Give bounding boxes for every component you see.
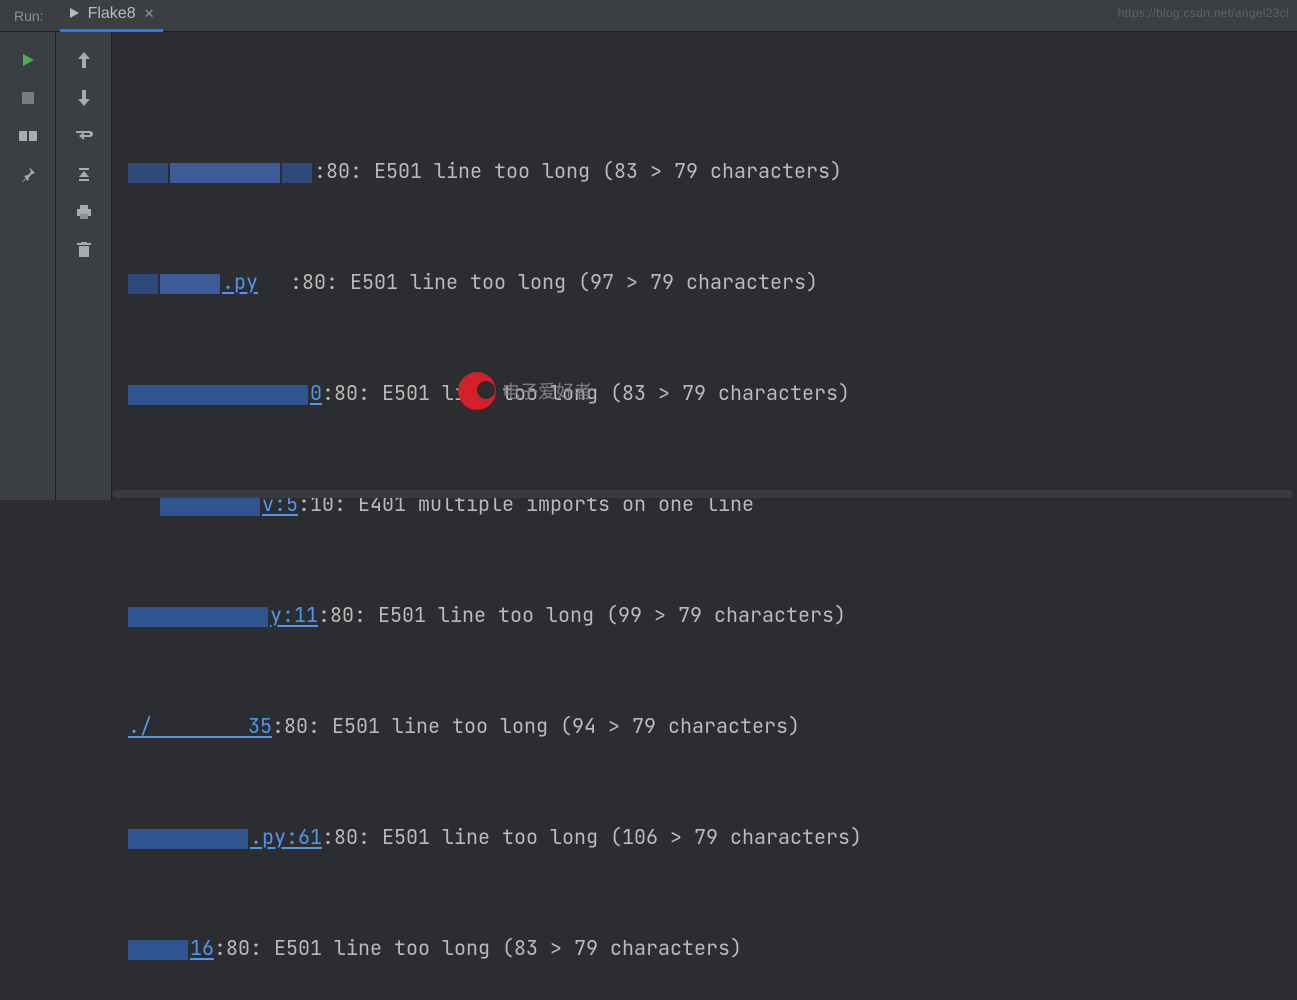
output-line: .py:61:80: E501 line too long (106 > 79 …: [128, 819, 1293, 856]
tab-label: Flake8: [88, 5, 136, 23]
print-icon[interactable]: [74, 202, 94, 222]
trash-icon[interactable]: [74, 240, 94, 260]
file-link[interactable]: 16: [128, 930, 214, 967]
tab-flake8[interactable]: Flake8 ✕: [60, 0, 163, 32]
stop-icon[interactable]: [18, 88, 38, 108]
run-toolbar-primary: [0, 32, 56, 500]
output-line: 0:80: E501 line too long (83 > 79 charac…: [128, 375, 1293, 412]
file-link[interactable]: y:11: [128, 597, 318, 634]
file-link[interactable]: .py:61: [128, 819, 322, 856]
file-link[interactable]: ./ 35: [128, 708, 272, 745]
layout-icon[interactable]: [18, 126, 38, 146]
play-icon: [68, 7, 80, 22]
soft-wrap-icon[interactable]: [74, 126, 94, 146]
horizontal-scrollbar[interactable]: [112, 490, 1293, 498]
run-toolbar-secondary: [56, 32, 112, 500]
csdn-watermark: https://blog.csdn.net/angel23cl: [1118, 6, 1289, 20]
rerun-icon[interactable]: [18, 50, 38, 70]
watermark-text: 电子爱好者: [502, 378, 592, 404]
output-line: 16:80: E501 line too long (83 > 79 chara…: [128, 930, 1293, 967]
down-arrow-icon[interactable]: [74, 88, 94, 108]
output-line: :80: E501 line too long (83 > 79 charact…: [128, 153, 1293, 190]
file-link[interactable]: 0: [128, 375, 322, 412]
output-line: .py:80: E501 line too long (97 > 79 char…: [128, 264, 1293, 301]
run-label: Run:: [14, 8, 44, 24]
output-line: y:11:80: E501 line too long (99 > 79 cha…: [128, 597, 1293, 634]
watermark-logo: [458, 372, 496, 410]
pin-icon[interactable]: [18, 164, 38, 184]
file-link[interactable]: [128, 153, 314, 190]
file-link[interactable]: .py: [128, 264, 290, 301]
scroll-to-end-icon[interactable]: [74, 164, 94, 184]
close-icon[interactable]: ✕: [144, 6, 155, 22]
output-line: ./ 35:80: E501 line too long (94 > 79 ch…: [128, 708, 1293, 745]
console-output[interactable]: :80: E501 line too long (83 > 79 charact…: [112, 32, 1297, 500]
up-arrow-icon[interactable]: [74, 50, 94, 70]
